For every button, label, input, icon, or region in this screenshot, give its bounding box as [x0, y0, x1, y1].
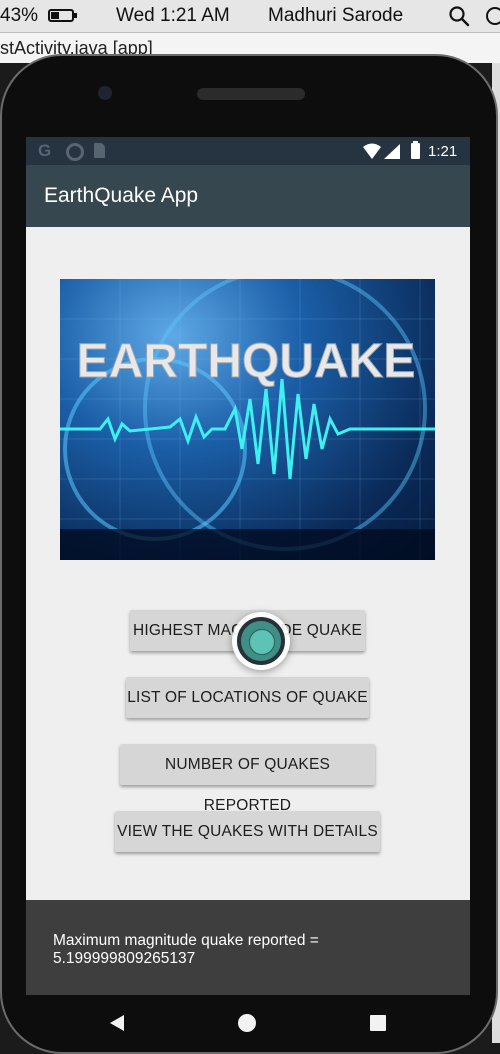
- circle-icon: [66, 143, 84, 161]
- speaker-grille: [197, 88, 305, 100]
- status-time: 1:21: [428, 143, 458, 160]
- camera-icon: [98, 86, 112, 100]
- home-icon[interactable]: [238, 1014, 256, 1032]
- number-of-quakes-button[interactable]: NUMBER OF QUAKES REPORTED: [120, 744, 375, 814]
- toast-line-1: Maximum magnitude quake reported =: [53, 932, 319, 949]
- list-locations-button[interactable]: LIST OF LOCATIONS OF QUAKE: [126, 677, 369, 718]
- device-screen: G 1:21 EarthQuake App EARTHQUAKE HIGHEST…: [26, 137, 470, 995]
- menu-clock[interactable]: Wed 1:21 AM: [116, 5, 230, 27]
- mac-menu-bar: 43% Wed 1:21 AM Madhuri Sarode: [0, 0, 500, 33]
- view-quakes-details-button[interactable]: VIEW THE QUAKES WITH DETAILS: [115, 811, 380, 852]
- search-icon[interactable]: [448, 5, 470, 27]
- android-nav-bar: [26, 995, 470, 1050]
- wifi-icon: [363, 143, 381, 159]
- touch-indicator: [232, 612, 290, 670]
- back-icon[interactable]: [108, 1014, 126, 1032]
- app-title: EarthQuake App: [44, 184, 199, 207]
- earthquake-banner-art: EARTHQUAKE: [60, 279, 435, 560]
- toast-line-2: 5.199999809265137: [53, 950, 196, 967]
- app-bar: EarthQuake App: [26, 165, 470, 227]
- status-bar: G 1:21: [26, 137, 470, 165]
- recents-icon[interactable]: [370, 1015, 386, 1031]
- signal-icon: [384, 144, 400, 159]
- banner-text: EARTHQUAKE: [77, 335, 416, 388]
- toast-message: Maximum magnitude quake reported = 5.199…: [26, 900, 470, 995]
- user-name[interactable]: Madhuri Sarode: [268, 5, 403, 27]
- battery-icon[interactable]: [48, 9, 77, 22]
- sd-card-icon: [94, 143, 105, 158]
- earthquake-banner-image: EARTHQUAKE: [60, 279, 435, 560]
- g-icon: G: [38, 141, 52, 160]
- toggle-icon[interactable]: [486, 7, 500, 25]
- battery-percent: 43%: [0, 5, 39, 26]
- battery-icon: [411, 141, 420, 159]
